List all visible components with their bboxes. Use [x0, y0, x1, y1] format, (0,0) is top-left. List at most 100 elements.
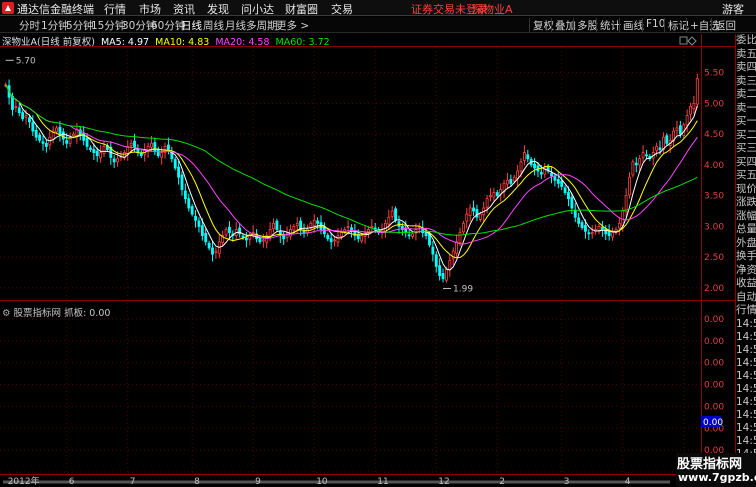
sub-indicator-label: 股票指标网 抓板: 0.00	[13, 308, 111, 319]
candle-down	[11, 96, 14, 110]
candle-down	[441, 273, 445, 280]
candle-down	[28, 117, 31, 123]
candle-down	[397, 221, 401, 227]
candle-down	[156, 148, 160, 157]
quote-label: 净资	[736, 263, 756, 276]
candle-down	[428, 233, 431, 246]
candle-down	[604, 228, 608, 235]
candle-up	[692, 102, 696, 110]
candle-up	[14, 106, 18, 108]
candle-down	[275, 220, 279, 230]
candle-up	[458, 232, 462, 243]
candle-up	[72, 133, 75, 137]
candle-down	[526, 154, 530, 160]
tick-time: 14:56	[736, 343, 756, 356]
quote-label: 卖一	[736, 101, 756, 114]
main-grid	[0, 47, 701, 474]
sub-y-tick-label: 0.00	[704, 359, 724, 369]
site-watermark: 股票指标网 www.7gpzb.com	[676, 453, 756, 487]
candle-up	[590, 232, 594, 235]
auto-label[interactable]: 自动	[736, 291, 756, 305]
candle-up	[150, 142, 153, 148]
candle-down	[431, 246, 435, 255]
tick-time: 14:56	[736, 317, 756, 330]
kline-chart[interactable]: 5.50 5.00 4.50 4.00 3.50 3.00 2.50 2.00 0.00 0.0…	[0, 0, 756, 487]
x-tick-label: 8	[194, 477, 200, 487]
candle-up	[390, 210, 394, 217]
candle-up	[160, 152, 164, 158]
sub-y-tick-label: 0.00	[704, 337, 724, 347]
candle-down	[509, 179, 513, 184]
quote-label: 收益	[736, 277, 756, 289]
candle-up	[360, 235, 364, 242]
candle-down	[580, 222, 584, 229]
candle-down	[570, 196, 574, 209]
candle-up	[224, 229, 228, 236]
tick-time: 14:56	[736, 382, 756, 395]
candle-down	[495, 192, 499, 197]
candle-down	[21, 112, 25, 120]
candle-down	[31, 122, 35, 132]
candle-down	[58, 126, 62, 135]
candle-up	[638, 158, 642, 166]
sub-indicator-legend: ⚙ 股票指标网 抓板: 0.00	[2, 305, 110, 319]
candle-down	[282, 235, 286, 240]
candle-down	[153, 142, 157, 152]
candle-down	[183, 190, 187, 200]
candle-up	[468, 207, 472, 216]
candle-up	[655, 146, 659, 151]
x-tick-label: 2012年	[8, 475, 40, 487]
x-tick-label: 2	[499, 477, 505, 487]
candle-down	[112, 158, 116, 163]
y-tick-label: 3.00	[704, 222, 724, 232]
candle-up	[485, 198, 489, 208]
candle-down	[17, 107, 21, 113]
candle-down	[302, 230, 306, 233]
panel-corner-buttons	[679, 36, 697, 46]
quote-label: 买四	[736, 155, 756, 168]
candle-up	[214, 250, 218, 254]
candle-up	[621, 210, 625, 226]
candle-down	[394, 208, 397, 221]
quote-label: 总量	[736, 223, 756, 235]
candle-up	[387, 216, 391, 225]
x-tick-label: 3	[564, 477, 570, 487]
candle-down	[211, 247, 214, 255]
candle-down	[319, 222, 323, 230]
panel-settings-icon[interactable]	[679, 36, 688, 45]
candle-up	[628, 176, 631, 196]
candle-up	[339, 232, 343, 237]
gear-icon[interactable]: ⚙	[2, 308, 14, 319]
quote-label: 涨跌	[736, 196, 756, 208]
candle-up	[336, 235, 340, 243]
y-tick-label: 5.50	[704, 69, 724, 79]
candle-down	[533, 163, 536, 169]
candle-down	[85, 137, 89, 147]
candle-up	[346, 226, 350, 228]
quote-label: 卖二	[736, 88, 756, 100]
candle-up	[411, 233, 414, 237]
y-tick-label: 5.00	[704, 99, 724, 109]
panel-zoom-icon[interactable]	[687, 36, 697, 46]
candle-up	[522, 152, 526, 161]
candle-up	[272, 222, 275, 230]
y-tick-label: 4.50	[704, 130, 724, 140]
x-tick-label: 4	[625, 477, 631, 487]
candle-down	[475, 209, 479, 218]
candle-down	[177, 166, 181, 178]
candle-up	[512, 176, 516, 182]
candle-down	[587, 232, 591, 235]
candle-up	[99, 152, 103, 159]
candle-down	[241, 235, 245, 238]
candle-down	[173, 159, 177, 169]
y-tick-label: 2.50	[704, 253, 724, 263]
candle-down	[563, 187, 567, 193]
candle-up	[292, 226, 296, 231]
candle-down	[560, 180, 564, 187]
sub-y-tick-label: 0.00	[704, 402, 724, 412]
candle-down	[424, 232, 428, 237]
tick-time: 14:56	[736, 369, 756, 382]
candle-down	[194, 215, 197, 221]
tick-label: 行情	[736, 304, 756, 316]
x-tick-label: 11	[377, 477, 388, 487]
